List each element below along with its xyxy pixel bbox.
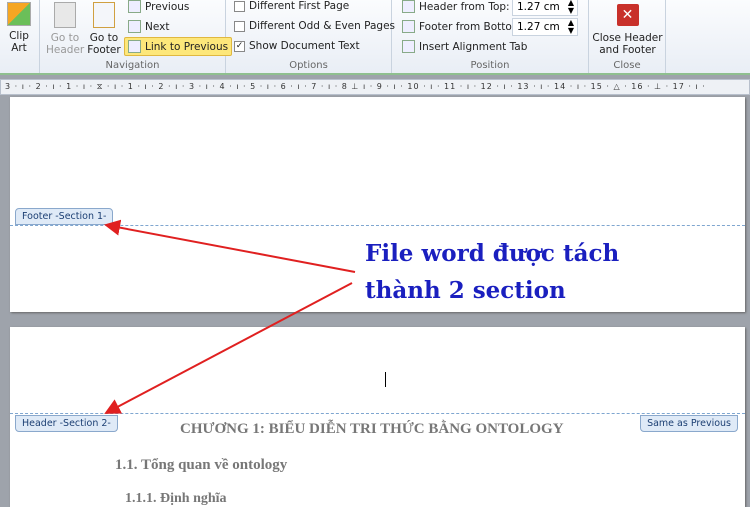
arrow-to-footer bbox=[104, 219, 356, 273]
annotation-arrows bbox=[104, 219, 356, 414]
arrow-to-header bbox=[104, 282, 353, 414]
